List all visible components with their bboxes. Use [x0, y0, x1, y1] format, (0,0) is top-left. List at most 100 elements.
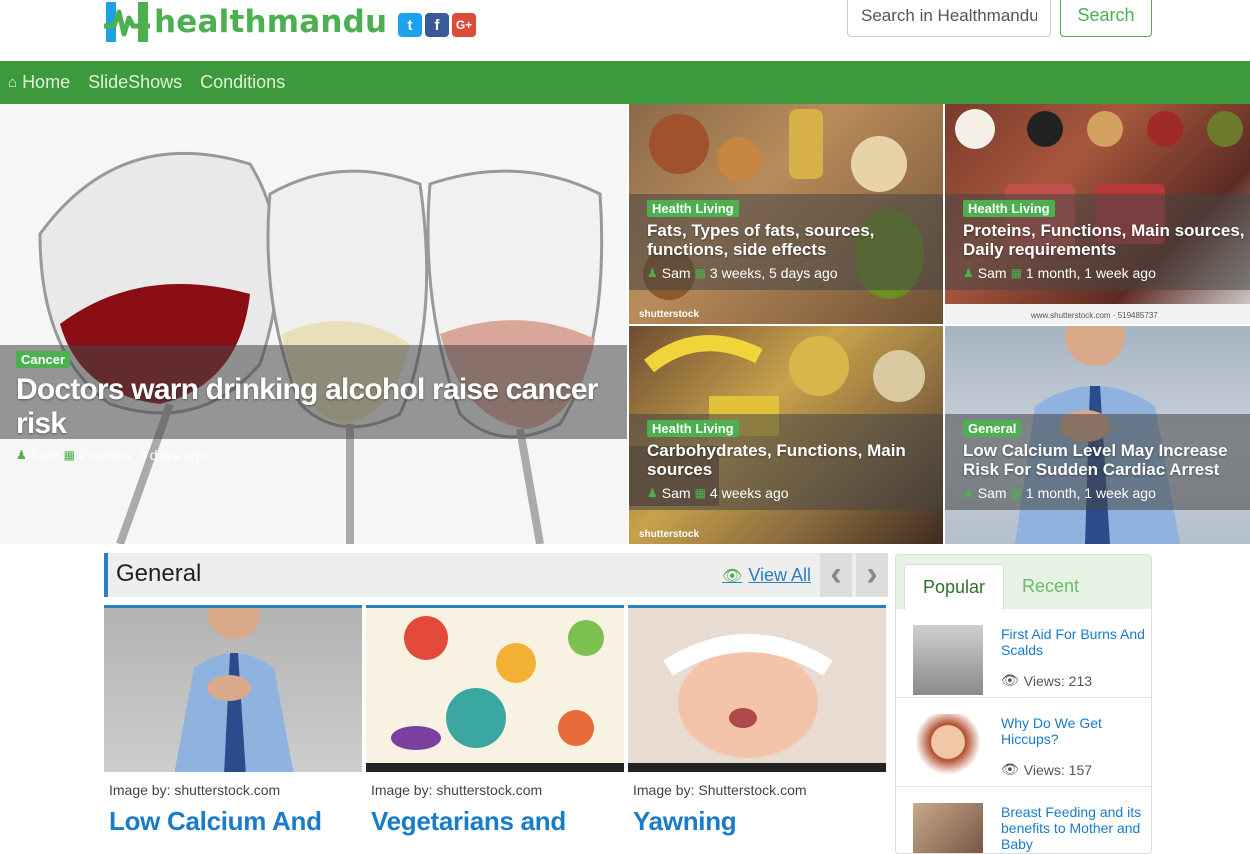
calendar-icon: ▦ — [63, 448, 75, 462]
article-card[interactable]: Image by: shutterstock.com Vegetarians a… — [366, 605, 624, 836]
home-icon: ⌂ — [8, 74, 18, 91]
tile-title[interactable]: Fats, Types of fats, sources, functions,… — [647, 221, 925, 259]
next-arrow-button[interactable]: › — [856, 553, 888, 597]
site-logo[interactable]: healthmandu — [104, 0, 387, 44]
article-card[interactable]: Image by: Shutterstock.com Yawning — [628, 605, 886, 836]
prev-arrow-button[interactable]: ‹ — [820, 553, 852, 597]
sidebar-tabs: Popular Recent — [896, 555, 1151, 610]
post-date: 4 weeks ago — [709, 485, 789, 501]
card-thumbnail[interactable] — [628, 605, 886, 772]
card-title[interactable]: Yawning — [628, 806, 886, 836]
google-plus-icon[interactable]: G+ — [452, 13, 476, 37]
search-button[interactable]: Search — [1060, 0, 1152, 37]
social-links: t f G+ — [398, 13, 476, 37]
logo-mark-icon — [104, 0, 150, 44]
hero-tile-carbohydrates[interactable]: Health Living Carbohydrates, Functions, … — [629, 326, 943, 544]
list-item[interactable]: Breast Feeding and its benefits to Mothe… — [896, 787, 1151, 853]
item-thumbnail[interactable] — [913, 714, 983, 784]
post-meta: ♟ Sam ▦ 2 weeks, 3 days ago — [16, 447, 609, 463]
hero-main-tile[interactable]: Cancer Doctors warn drinking alcohol rai… — [0, 104, 627, 544]
watermark: www.shutterstock.com · 519485737 — [1031, 311, 1158, 320]
views-count: Views: 213 — [1023, 672, 1093, 689]
hero-tile-proteins[interactable]: Health Living Proteins, Functions, Main … — [945, 104, 1250, 324]
tile-title[interactable]: Low Calcium Level May Increase Risk For … — [963, 441, 1232, 479]
facebook-icon[interactable]: f — [425, 13, 449, 37]
general-section-header: General 👁 View All ‹ › — [104, 553, 888, 597]
article-card[interactable]: Image by: shutterstock.com Low Calcium A… — [104, 605, 362, 836]
hero-tile-calcium[interactable]: General Low Calcium Level May Increase R… — [945, 326, 1250, 544]
watermark: shutterstock — [639, 529, 700, 540]
post-date: 1 month, 1 week ago — [1025, 265, 1156, 281]
item-thumbnail[interactable] — [913, 803, 983, 853]
nav-home-label: Home — [22, 72, 71, 92]
user-icon: ♟ — [963, 486, 974, 500]
category-badge[interactable]: Health Living — [963, 200, 1055, 217]
post-meta: ♟ Sam ▦ 4 weeks ago — [647, 485, 925, 501]
author: Sam — [661, 265, 691, 281]
nav-slideshows[interactable]: SlideShows — [88, 72, 182, 93]
wine-glasses-image — [0, 104, 627, 544]
site-header: healthmandu t f G+ Search — [0, 0, 1250, 61]
calendar-icon: ▦ — [694, 486, 706, 500]
tile-overlay: Health Living Carbohydrates, Functions, … — [629, 414, 943, 510]
tile-title[interactable]: Carbohydrates, Functions, Main sources — [647, 441, 925, 479]
popular-recent-sidebar: Popular Recent First Aid For Burns And S… — [895, 554, 1152, 854]
tab-recent[interactable]: Recent — [1004, 564, 1097, 610]
tile-overlay: Health Living Proteins, Functions, Main … — [945, 194, 1250, 290]
nav-conditions[interactable]: Conditions — [200, 72, 285, 93]
category-badge[interactable]: Cancer — [16, 351, 71, 368]
item-title[interactable]: Breast Feeding and its benefits to Mothe… — [1001, 804, 1146, 852]
main-nav: ⌂ Home SlideShows Conditions — [0, 61, 1250, 104]
image-credit: Image by: shutterstock.com — [371, 782, 543, 798]
item-title[interactable]: Why Do We Get Hiccups? — [1001, 715, 1146, 747]
eye-icon: 👁 — [1001, 761, 1019, 777]
item-views: 👁 Views: 213 — [1001, 672, 1092, 689]
post-date: 1 month, 1 week ago — [1025, 485, 1156, 501]
tile-title[interactable]: Proteins, Functions, Main sources, Daily… — [963, 221, 1250, 259]
tab-popular[interactable]: Popular — [904, 564, 1005, 610]
calendar-icon: ▦ — [694, 266, 706, 280]
calendar-icon: ▦ — [1010, 266, 1022, 280]
hero-grid: Cancer Doctors warn drinking alcohol rai… — [0, 104, 1250, 544]
eye-icon: 👁 — [722, 567, 743, 585]
category-badge[interactable]: Health Living — [647, 200, 739, 217]
hero-tile-fats[interactable]: Health Living Fats, Types of fats, sourc… — [629, 104, 943, 324]
hero-main-title[interactable]: Doctors warn drinking alcohol raise canc… — [16, 373, 609, 441]
item-thumbnail[interactable] — [913, 625, 983, 695]
category-badge[interactable]: General — [963, 420, 1022, 437]
tile-overlay: General Low Calcium Level May Increase R… — [945, 414, 1250, 510]
user-icon: ♟ — [647, 486, 658, 500]
brand-name: healthmandu — [154, 4, 388, 40]
post-meta: ♟ Sam ▦ 1 month, 1 week ago — [963, 265, 1232, 281]
views-count: Views: 157 — [1023, 761, 1093, 778]
user-icon: ♟ — [963, 266, 974, 280]
view-all-label: View All — [748, 565, 812, 585]
card-thumbnail[interactable] — [104, 605, 362, 772]
post-date: 3 weeks, 5 days ago — [709, 265, 838, 281]
post-date: 2 weeks, 3 days ago — [78, 447, 207, 463]
twitter-icon[interactable]: t — [398, 13, 422, 37]
list-item[interactable]: First Aid For Burns And Scalds 👁 Views: … — [896, 609, 1151, 698]
card-title[interactable]: Vegetarians and — [366, 806, 624, 836]
post-meta: ♟ Sam ▦ 3 weeks, 5 days ago — [647, 265, 925, 281]
list-item[interactable]: Why Do We Get Hiccups? 👁 Views: 157 — [896, 698, 1151, 787]
nav-home[interactable]: ⌂ Home — [8, 72, 70, 93]
hero-main-overlay: Cancer Doctors warn drinking alcohol rai… — [0, 345, 627, 463]
calendar-icon: ▦ — [1010, 486, 1022, 500]
eye-icon: 👁 — [1001, 672, 1019, 688]
image-credit: Image by: shutterstock.com — [109, 782, 281, 798]
search-input[interactable] — [847, 0, 1051, 37]
post-meta: ♟ Sam ▦ 1 month, 1 week ago — [963, 485, 1232, 501]
tile-overlay: Health Living Fats, Types of fats, sourc… — [629, 194, 943, 290]
image-credit: Image by: Shutterstock.com — [633, 782, 807, 798]
author: Sam — [977, 485, 1007, 501]
category-badge[interactable]: Health Living — [647, 420, 739, 437]
author: Sam — [977, 265, 1007, 281]
card-title[interactable]: Low Calcium And — [104, 806, 362, 836]
author: Sam — [30, 447, 60, 463]
view-all-link[interactable]: 👁 View All — [722, 565, 811, 586]
card-thumbnail[interactable] — [366, 605, 624, 772]
item-title[interactable]: First Aid For Burns And Scalds — [1001, 626, 1146, 658]
item-views: 👁 Views: 157 — [1001, 761, 1092, 778]
author: Sam — [661, 485, 691, 501]
